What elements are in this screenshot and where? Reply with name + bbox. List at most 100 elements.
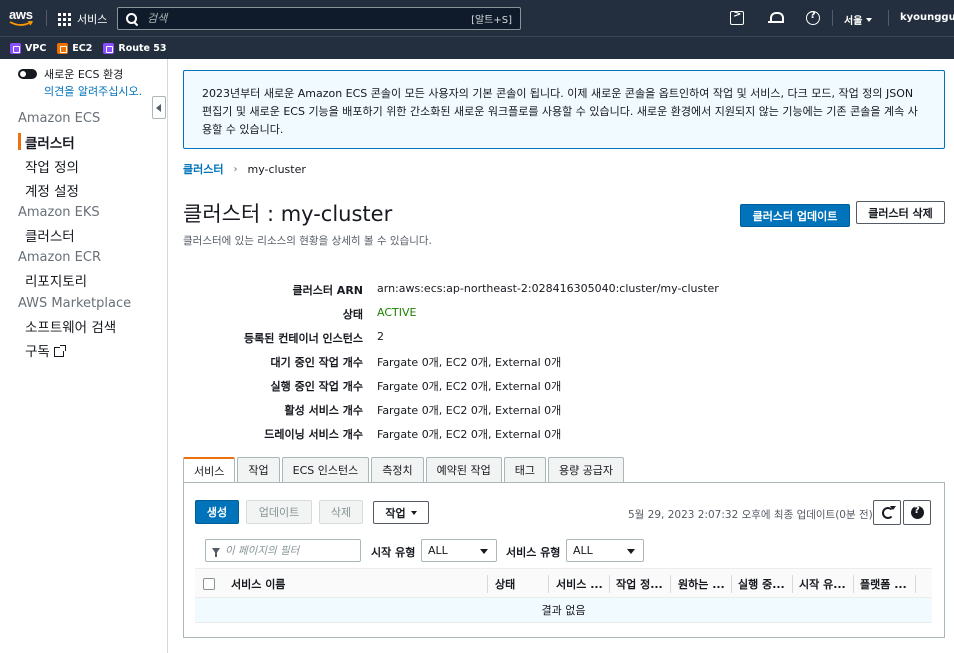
collapse-sidebar-button[interactable] bbox=[152, 96, 166, 119]
column-header-task-definition[interactable]: 작업 정... bbox=[616, 569, 663, 599]
top-navigation: aws 서비스 [알트+S] 서울 kyounggu bbox=[0, 0, 954, 36]
service-type-label: 서비스 유형 bbox=[506, 546, 561, 559]
column-divider bbox=[548, 575, 549, 593]
status-value: ACTIVE bbox=[377, 306, 417, 319]
favorite-ec2[interactable]: EC2 bbox=[57, 42, 93, 54]
filter-icon bbox=[212, 547, 220, 557]
sidebar-item-label: 구독 bbox=[25, 344, 50, 360]
route53-icon bbox=[103, 42, 115, 54]
detail-label: 드레이닝 서비스 개수 bbox=[264, 428, 363, 441]
services-label: 서비스 bbox=[77, 13, 108, 26]
delete-service-button[interactable]: 삭제 bbox=[319, 500, 363, 524]
favorites-bar: VPC EC2 Route 53 bbox=[0, 36, 954, 59]
detail-row-container-instances: 등록된 컨테이너 인스턴스 2 bbox=[183, 330, 883, 348]
table-scrollbar[interactable] bbox=[938, 568, 945, 623]
column-header-service-type[interactable]: 서비스 ... bbox=[556, 569, 603, 599]
column-divider bbox=[609, 575, 610, 593]
favorite-label: EC2 bbox=[72, 42, 93, 54]
chevron-down-icon bbox=[480, 549, 488, 554]
tab-scheduled-tasks[interactable]: 예약된 작업 bbox=[425, 457, 502, 482]
sidebar-section-ecr: Amazon ECR bbox=[18, 250, 101, 265]
column-divider bbox=[915, 575, 916, 593]
page-title: 클러스터 : my-cluster bbox=[183, 202, 393, 226]
region-label: 서울 bbox=[844, 16, 863, 27]
detail-label: 클러스터 ARN bbox=[292, 284, 364, 297]
aws-logo[interactable]: aws bbox=[9, 8, 35, 29]
column-header-status[interactable]: 상태 bbox=[495, 569, 515, 599]
sidebar-item-account-settings[interactable]: 계정 설정 bbox=[25, 180, 79, 200]
new-experience-toggle-row: 새로운 ECS 환경 bbox=[18, 66, 123, 82]
active-indicator bbox=[18, 133, 21, 150]
column-header-desired-tasks[interactable]: 원하는 ... bbox=[678, 569, 725, 599]
breadcrumb-clusters-link[interactable]: 클러스터 bbox=[183, 161, 223, 177]
draining-services-value: Fargate 0개, EC2 0개, External 0개 bbox=[377, 428, 562, 441]
actions-label: 작업 bbox=[385, 506, 406, 520]
chevron-right-icon: › bbox=[233, 163, 238, 175]
tab-capacity-providers[interactable]: 용량 공급자 bbox=[547, 457, 625, 482]
chevron-down-icon bbox=[410, 510, 417, 515]
detail-row-running-tasks: 실행 중인 작업 개수 Fargate 0개, EC2 0개, External… bbox=[183, 378, 883, 396]
sidebar-item-eks-clusters[interactable]: 클러스터 bbox=[25, 225, 75, 245]
detail-row-draining-services: 드레이닝 서비스 개수 Fargate 0개, EC2 0개, External… bbox=[183, 426, 883, 444]
tab-tasks[interactable]: 작업 bbox=[237, 457, 280, 482]
filter-input[interactable]: 이 페이지의 필터 bbox=[205, 539, 361, 562]
launch-type-value: ALL bbox=[428, 544, 448, 557]
sidebar-item-discover-software[interactable]: 소프트웨어 검색 bbox=[25, 316, 116, 336]
region-selector[interactable]: 서울 bbox=[844, 12, 873, 27]
sidebar-section-ecs: Amazon ECS bbox=[18, 111, 101, 126]
delete-cluster-button[interactable]: 클러스터 삭제 bbox=[856, 201, 945, 224]
help-icon[interactable] bbox=[806, 10, 820, 25]
refresh-icon[interactable] bbox=[873, 500, 901, 525]
favorite-vpc[interactable]: VPC bbox=[10, 42, 47, 54]
active-services-value: Fargate 0개, EC2 0개, External 0개 bbox=[377, 404, 562, 417]
chevron-down-icon bbox=[866, 17, 873, 22]
new-experience-toggle[interactable] bbox=[18, 69, 37, 79]
vpc-icon bbox=[10, 42, 21, 54]
launch-type-select[interactable]: ALL bbox=[421, 539, 497, 562]
bell-icon[interactable] bbox=[768, 11, 784, 25]
cloudshell-icon[interactable] bbox=[730, 9, 744, 25]
actions-dropdown-button[interactable]: 작업 bbox=[373, 501, 429, 524]
account-menu[interactable]: kyounggu bbox=[900, 12, 954, 23]
column-header-running-tasks[interactable]: 실행 중... bbox=[738, 569, 785, 599]
sidebar-section-eks: Amazon EKS bbox=[18, 205, 100, 220]
feedback-link[interactable]: 의견을 알려주십시오. bbox=[44, 83, 142, 99]
detail-row-active-services: 활성 서비스 개수 Fargate 0개, EC2 0개, External 0… bbox=[183, 402, 883, 420]
update-service-button[interactable]: 업데이트 bbox=[246, 500, 312, 524]
column-header-service-name[interactable]: 서비스 이름 bbox=[231, 569, 285, 599]
service-type-select[interactable]: ALL bbox=[566, 539, 644, 562]
sidebar-item-subscriptions[interactable]: 구독 bbox=[25, 340, 66, 360]
sidebar-item-clusters[interactable]: 클러스터 bbox=[25, 132, 75, 152]
tab-metrics[interactable]: 측정치 bbox=[371, 457, 424, 482]
detail-label: 대기 중인 작업 개수 bbox=[270, 356, 363, 369]
sidebar-item-repositories[interactable]: 리포지토리 bbox=[25, 270, 87, 290]
sidebar-section-marketplace: AWS Marketplace bbox=[18, 296, 132, 311]
tab-services[interactable]: 서비스 bbox=[183, 457, 236, 483]
tab-tags[interactable]: 태그 bbox=[503, 457, 546, 482]
sidebar-item-task-definitions[interactable]: 작업 정의 bbox=[25, 156, 79, 176]
page-description: 클러스터에 있는 리소스의 현황을 상세히 볼 수 있습니다. bbox=[183, 235, 432, 247]
external-link-icon bbox=[53, 345, 66, 357]
update-cluster-button[interactable]: 클러스터 업데이트 bbox=[740, 204, 850, 227]
detail-row-status: 상태 ACTIVE bbox=[183, 306, 883, 324]
column-header-launch-type[interactable]: 시작 유... bbox=[799, 569, 846, 599]
detail-row-arn: 클러스터 ARN arn:aws:ecs:ap-northeast-2:0284… bbox=[183, 282, 883, 300]
launch-type-label: 시작 유형 bbox=[371, 546, 416, 559]
detail-row-pending-tasks: 대기 중인 작업 개수 Fargate 0개, EC2 0개, External… bbox=[183, 354, 883, 372]
help-circle-icon[interactable] bbox=[903, 500, 931, 525]
create-service-button[interactable]: 생성 bbox=[195, 500, 239, 524]
column-divider bbox=[792, 575, 793, 593]
detail-label: 상태 bbox=[342, 308, 363, 321]
column-header-platform[interactable]: 플랫폼 ... bbox=[860, 569, 907, 599]
favorite-label: VPC bbox=[25, 42, 47, 54]
search-input[interactable] bbox=[147, 12, 472, 25]
select-all-checkbox[interactable] bbox=[203, 578, 215, 590]
search-shortcut-hint: [알트+S] bbox=[471, 15, 512, 26]
detail-label: 활성 서비스 개수 bbox=[284, 404, 364, 417]
tab-ecs-instances[interactable]: ECS 인스턴스 bbox=[281, 457, 370, 482]
new-console-info-banner: 2023년부터 새로운 Amazon ECS 콘솔이 모든 사용자의 기본 콘솔… bbox=[183, 70, 945, 149]
favorite-route53[interactable]: Route 53 bbox=[103, 42, 167, 54]
search-bar[interactable]: [알트+S] bbox=[117, 7, 521, 30]
services-menu-button[interactable]: 서비스 bbox=[58, 10, 107, 28]
favorite-label: Route 53 bbox=[118, 42, 167, 54]
